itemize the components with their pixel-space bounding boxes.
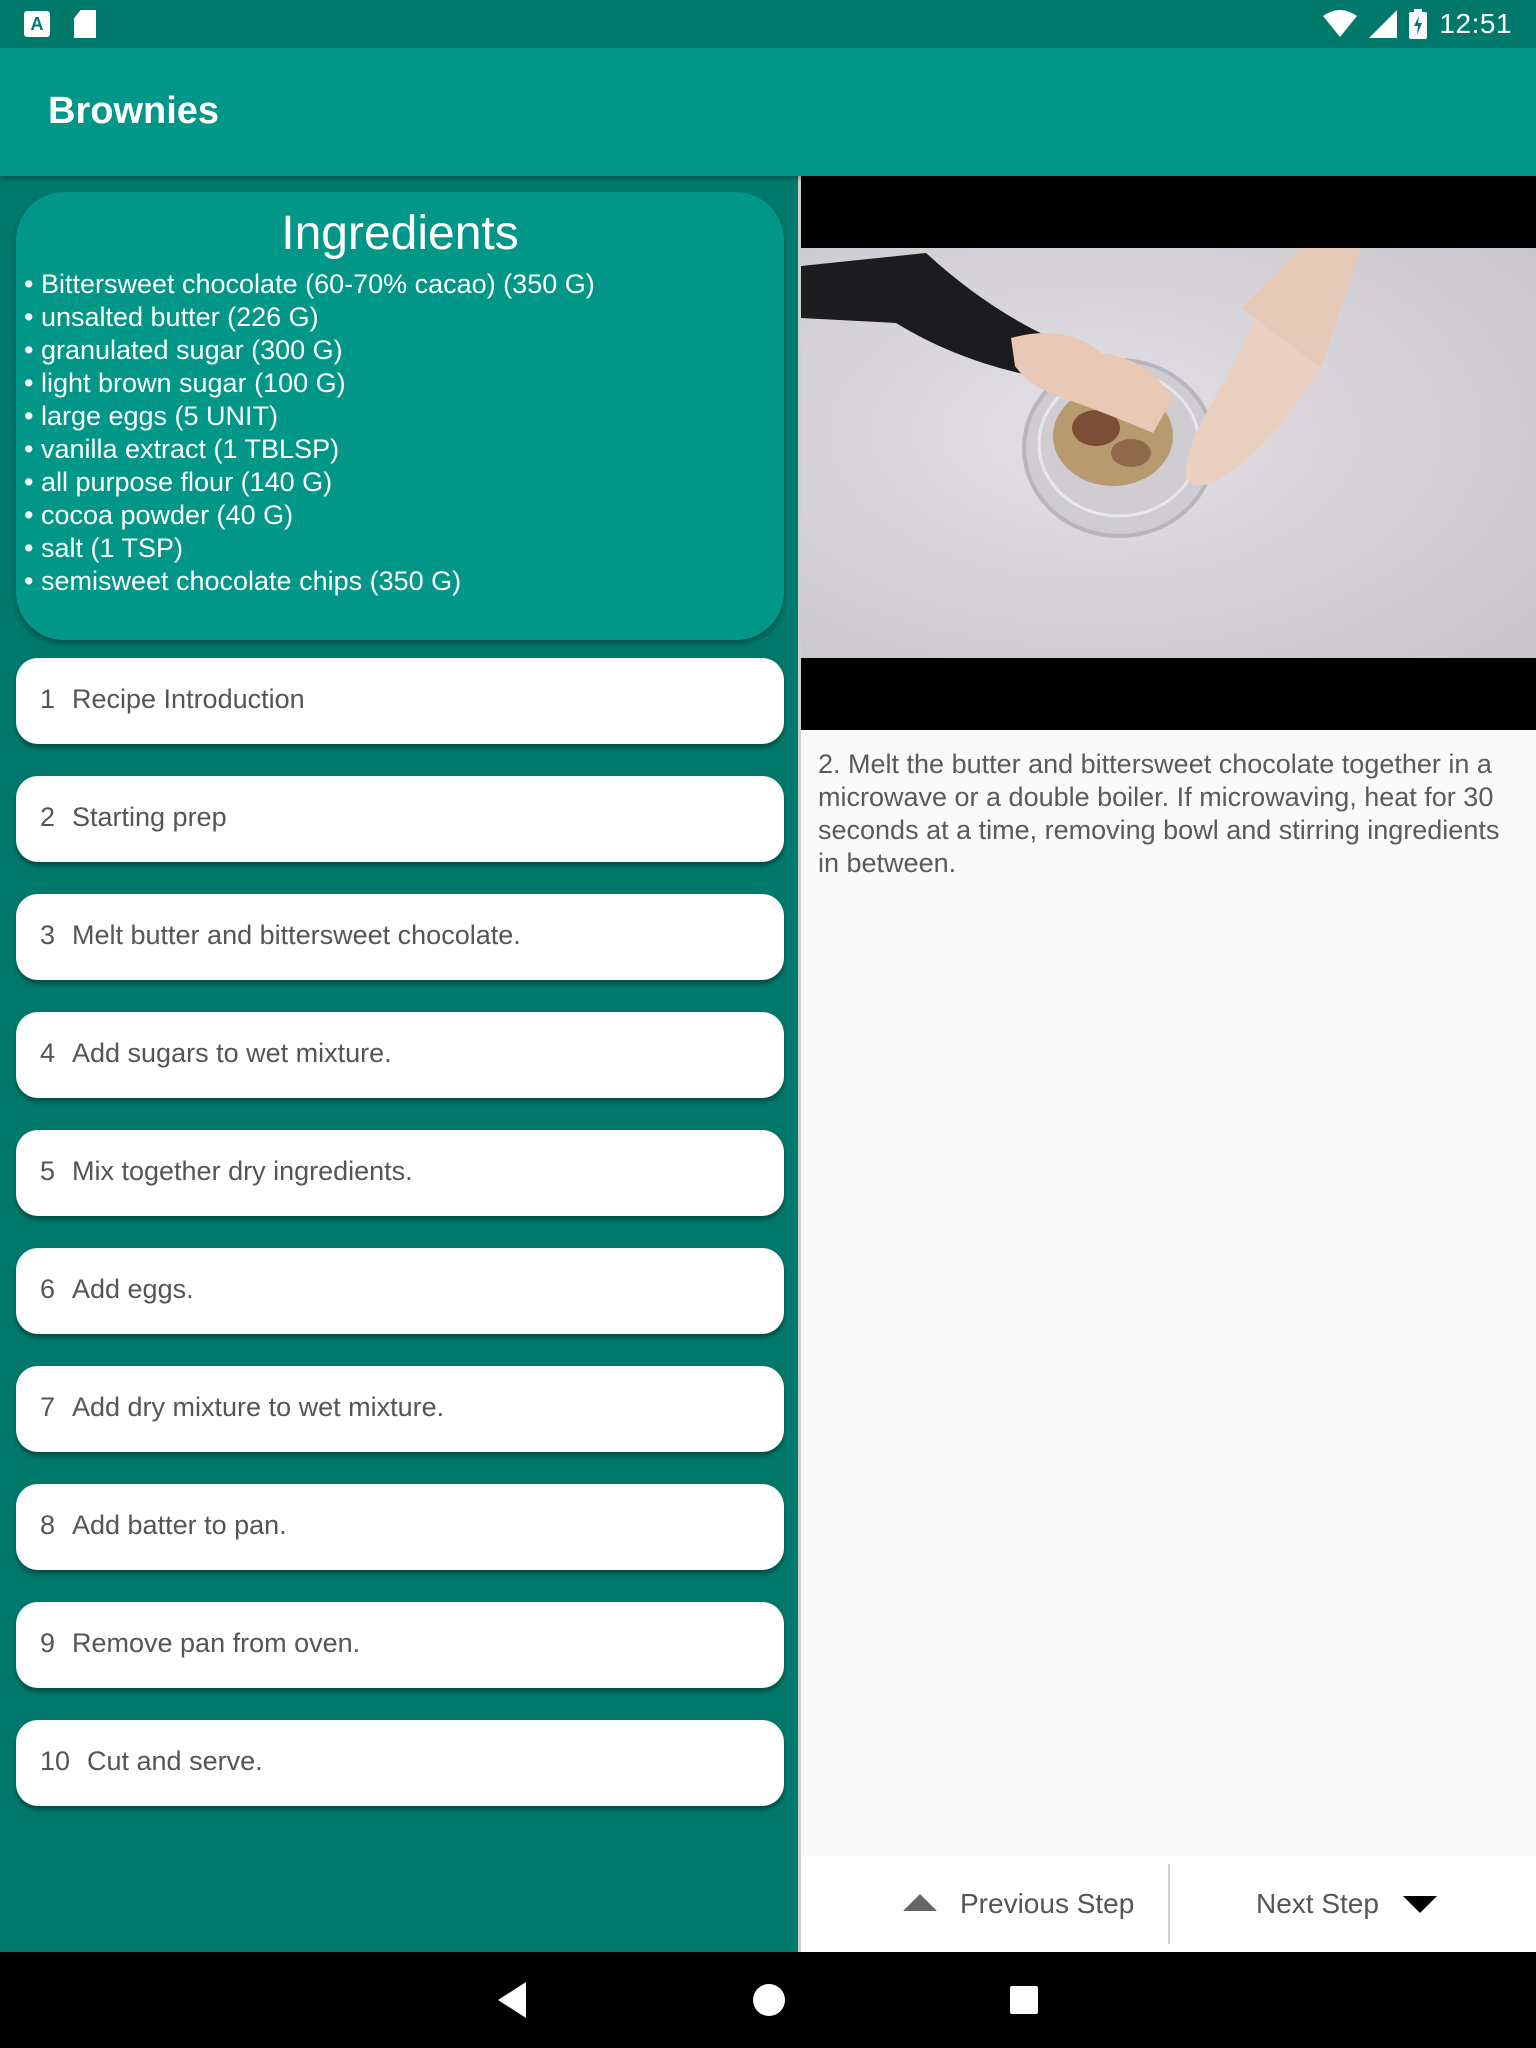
video-player[interactable] (801, 176, 1536, 730)
step-number: 5 (40, 1156, 56, 1186)
step-label: Add sugars to wet mixture. (72, 1038, 392, 1068)
step-item-8[interactable]: 8 Add batter to pan. (16, 1484, 784, 1570)
step-number: 3 (40, 920, 56, 950)
step-label: Add eggs. (72, 1274, 194, 1304)
ingredient-item: • salt (1 TSP) (24, 533, 183, 563)
step-number: 9 (40, 1628, 56, 1658)
ingredient-item: • vanilla extract (1 TBLSP) (24, 434, 340, 464)
ingredient-item: • large eggs (5 UNIT) (24, 401, 279, 431)
step-label: Add batter to pan. (72, 1510, 287, 1540)
recents-icon[interactable] (1010, 1986, 1038, 2014)
ingredient-item: • all purpose flour (140 G) (24, 467, 333, 497)
triangle-up-icon (903, 1894, 937, 1911)
cell-signal-icon (1369, 10, 1398, 38)
ingredient-item: • semisweet chocolate chips (350 G) (24, 566, 462, 596)
system-navigation-bar (0, 1952, 1536, 2048)
step-detail-pane: 2. Melt the butter and bittersweet choco… (801, 176, 1536, 1952)
home-icon[interactable] (753, 1984, 785, 2016)
back-icon[interactable] (498, 1982, 526, 2018)
step-number: 7 (40, 1392, 56, 1422)
status-notifications: A (24, 10, 96, 38)
step-label: Cut and serve. (87, 1746, 263, 1776)
step-item-7[interactable]: 7 Add dry mixture to wet mixture. (16, 1366, 784, 1452)
ingredients-card: Ingredients • Bittersweet chocolate (60-… (16, 192, 784, 640)
step-label: Remove pan from oven. (72, 1628, 361, 1658)
page-title: Brownies (48, 90, 220, 132)
step-item-9[interactable]: 9 Remove pan from oven. (16, 1602, 784, 1688)
step-item-10[interactable]: 10 Cut and serve. (16, 1720, 784, 1806)
step-number: 10 (40, 1746, 71, 1776)
step-number: 2 (40, 802, 56, 832)
step-item-5[interactable]: 5 Mix together dry ingredients. (16, 1130, 784, 1216)
triangle-down-icon (1403, 1896, 1437, 1913)
previous-step-button[interactable]: Previous Step (801, 1856, 1168, 1952)
step-navigation: Previous Step Next Step (801, 1856, 1536, 1952)
step-description: 2. Melt the butter and bittersweet choco… (818, 749, 1500, 878)
ingredients-list: • Bittersweet chocolate (60-70% cacao) (… (24, 268, 595, 598)
app-bar: Brownies (0, 48, 1536, 176)
step-label: Starting prep (72, 802, 227, 832)
battery-charging-icon (1409, 9, 1428, 39)
step-item-2[interactable]: 2 Starting prep (16, 776, 784, 862)
a-notification-letter: A (30, 14, 44, 34)
step-number: 4 (40, 1038, 56, 1068)
ingredients-title: Ingredients (281, 207, 519, 260)
next-step-label: Next Step (1256, 1888, 1379, 1919)
ingredient-item: • Bittersweet chocolate (60-70% cacao) (… (24, 269, 595, 299)
status-time: 12:51 (1439, 8, 1512, 39)
step-item-1[interactable]: 1 Recipe Introduction (16, 658, 784, 744)
step-item-6[interactable]: 6 Add eggs. (16, 1248, 784, 1334)
step-number: 1 (40, 684, 56, 714)
step-item-4[interactable]: 4 Add sugars to wet mixture. (16, 1012, 784, 1098)
status-bar: A 12:51 (0, 0, 1536, 48)
ingredient-item: • cocoa powder (40 G) (24, 500, 294, 530)
step-number: 6 (40, 1274, 56, 1304)
previous-step-label: Previous Step (960, 1888, 1135, 1919)
step-label: Melt butter and bittersweet chocolate. (72, 920, 521, 950)
ingredient-item: • light brown sugar (100 G) (24, 368, 346, 398)
step-item-3[interactable]: 3 Melt butter and bittersweet chocolate. (16, 894, 784, 980)
video-thumbnail (801, 248, 1536, 658)
step-label: Add dry mixture to wet mixture. (72, 1392, 445, 1422)
ingredient-item: • unsalted butter (226 G) (24, 302, 319, 332)
video-frame (801, 248, 1536, 658)
wifi-icon (1323, 10, 1358, 37)
step-number: 8 (40, 1510, 56, 1540)
recipe-steps-pane[interactable]: Ingredients • Bittersweet chocolate (60-… (0, 176, 800, 1952)
step-label: Recipe Introduction (72, 684, 305, 714)
next-step-button[interactable]: Next Step (1170, 1856, 1536, 1952)
sd-card-icon (74, 10, 96, 38)
status-indicators: 12:51 (1323, 6, 1512, 42)
step-label: Mix together dry ingredients. (72, 1156, 413, 1186)
ingredient-item: • granulated sugar (300 G) (24, 335, 343, 365)
a-notification-icon: A (24, 11, 50, 37)
